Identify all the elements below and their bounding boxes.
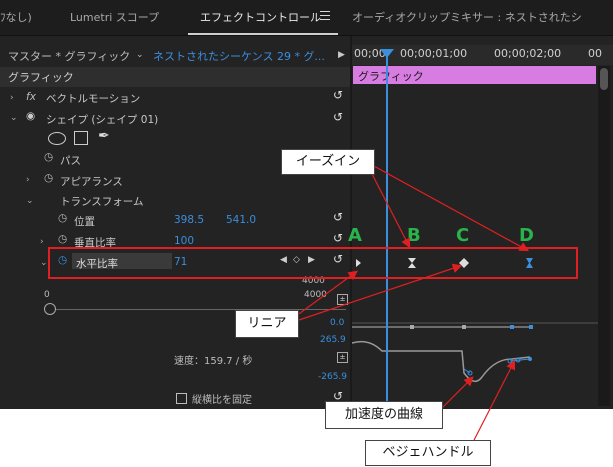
label-d: D <box>519 225 534 246</box>
source-bar: マスター * グラフィック ⌄ ネストされたシーケンス 29 * グ... ▶ <box>0 45 350 65</box>
callout-acceleration-curve: 加速度の曲線 <box>325 401 443 429</box>
section-label: グラフィック <box>8 71 74 84</box>
label-b: B <box>407 225 421 246</box>
callout-bezier-handle: ベジェハンドル <box>365 440 491 466</box>
slider-track[interactable] <box>56 309 346 310</box>
highlight-box <box>48 247 578 279</box>
speed-readout: 速度：159.7 / 秒 <box>174 356 253 367</box>
divider <box>0 35 613 36</box>
chevron-right-icon[interactable]: › <box>10 93 14 103</box>
velocity-top-label: 265.9 <box>320 335 346 345</box>
reset-icon[interactable]: ↺ <box>333 231 343 245</box>
lock-aspect-checkbox[interactable] <box>176 393 187 404</box>
value-point[interactable] <box>462 325 466 329</box>
position-y-value[interactable]: 541.0 <box>226 214 256 226</box>
play-only-icon[interactable]: ▶ <box>338 50 345 60</box>
stopwatch-icon[interactable]: ◷ <box>58 212 67 224</box>
ruler-time-2: 00;00;02;00 <box>494 47 562 60</box>
velocity-bottom-label: -265.9 <box>318 372 348 382</box>
clip-label: グラフィック <box>358 70 424 83</box>
path-label: パス <box>60 155 81 167</box>
fx-icon: fx <box>26 91 36 103</box>
scrollbar-thumb[interactable] <box>600 68 608 90</box>
panel-menu-icon[interactable] <box>320 11 330 21</box>
ruler-time-1: 00;00;01;00 <box>400 47 468 60</box>
chevron-down-icon[interactable]: ⌄ <box>40 258 48 268</box>
bezier-handle[interactable] <box>528 357 532 361</box>
graph-min-label: 0 <box>44 290 50 300</box>
scrollbar[interactable] <box>598 66 610 406</box>
stopwatch-icon[interactable]: ◷ <box>58 233 67 245</box>
value-point[interactable] <box>410 325 414 329</box>
graphic-section-header[interactable]: グラフィック <box>0 67 350 87</box>
graph-zero-label: 0.0 <box>330 318 345 328</box>
velocity-toggle-icon[interactable]: ± <box>337 352 348 363</box>
transform-label: トランスフォーム <box>60 196 144 208</box>
tab-truncated[interactable]: ﾌなし) <box>0 0 32 35</box>
vertical-scale-value[interactable]: 100 <box>174 235 194 247</box>
tab-audio-clip-mixer[interactable]: オーディオクリップミキサー : ネストされたシ <box>352 0 582 35</box>
ruler-time-3: 00 <box>588 47 602 60</box>
stopwatch-icon[interactable]: ◷ <box>44 172 53 184</box>
pen-tool-icon[interactable]: ✒ <box>98 128 110 144</box>
playhead-line[interactable] <box>386 55 388 409</box>
label-c: C <box>456 225 470 246</box>
shape-label: シェイプ (シェイプ 01) <box>46 114 159 126</box>
chevron-right-icon[interactable]: › <box>40 237 44 247</box>
value-point[interactable] <box>510 325 514 329</box>
position-x-value[interactable]: 398.5 <box>174 214 204 226</box>
graph-toggle-icon[interactable]: ± <box>337 294 348 305</box>
tab-bar: ﾌなし) Lumetri スコープ エフェクトコントロール オーディオクリップミ… <box>0 0 613 35</box>
chevron-down-icon[interactable]: ⌄ <box>10 113 18 123</box>
vector-motion-label: ベクトルモーション <box>46 93 141 105</box>
chevron-right-icon[interactable]: › <box>26 175 30 185</box>
appearance-label: アピアランス <box>60 176 123 188</box>
chevron-down-icon[interactable]: ⌄ <box>136 50 144 60</box>
playhead-handle[interactable] <box>380 49 394 58</box>
sequence-dropdown[interactable]: ネストされたシーケンス 29 * グ... <box>153 48 325 64</box>
callout-ease-in: イーズイン <box>281 149 375 175</box>
ellipse-tool-icon[interactable] <box>48 132 66 145</box>
rectangle-tool-icon[interactable] <box>74 131 88 145</box>
master-label[interactable]: マスター * グラフィック <box>8 48 130 64</box>
effect-controls-panel: ﾌなし) Lumetri スコープ エフェクトコントロール オーディオクリップミ… <box>0 0 613 409</box>
value-point[interactable] <box>529 325 533 329</box>
stopwatch-icon[interactable]: ◷ <box>44 151 53 163</box>
eye-icon[interactable]: ◉ <box>26 110 35 122</box>
position-label: 位置 <box>74 216 95 228</box>
clip-bar[interactable]: グラフィック <box>353 66 596 84</box>
velocity-curve <box>352 340 531 383</box>
graph-max-label: 4000 <box>304 290 327 300</box>
reset-icon[interactable]: ↺ <box>333 88 343 102</box>
callout-linear: リニア <box>235 310 299 338</box>
tab-lumetri-scopes[interactable]: Lumetri スコープ <box>70 0 159 35</box>
lock-aspect-label: 縦横比を固定 <box>192 395 252 406</box>
reset-icon[interactable]: ↺ <box>333 110 343 124</box>
reset-icon[interactable]: ↺ <box>333 210 343 224</box>
tab-effect-controls[interactable]: エフェクトコントロール <box>200 0 321 35</box>
slider-handle[interactable] <box>44 303 56 315</box>
label-a: A <box>348 225 362 246</box>
chevron-down-icon[interactable]: ⌄ <box>26 196 34 206</box>
